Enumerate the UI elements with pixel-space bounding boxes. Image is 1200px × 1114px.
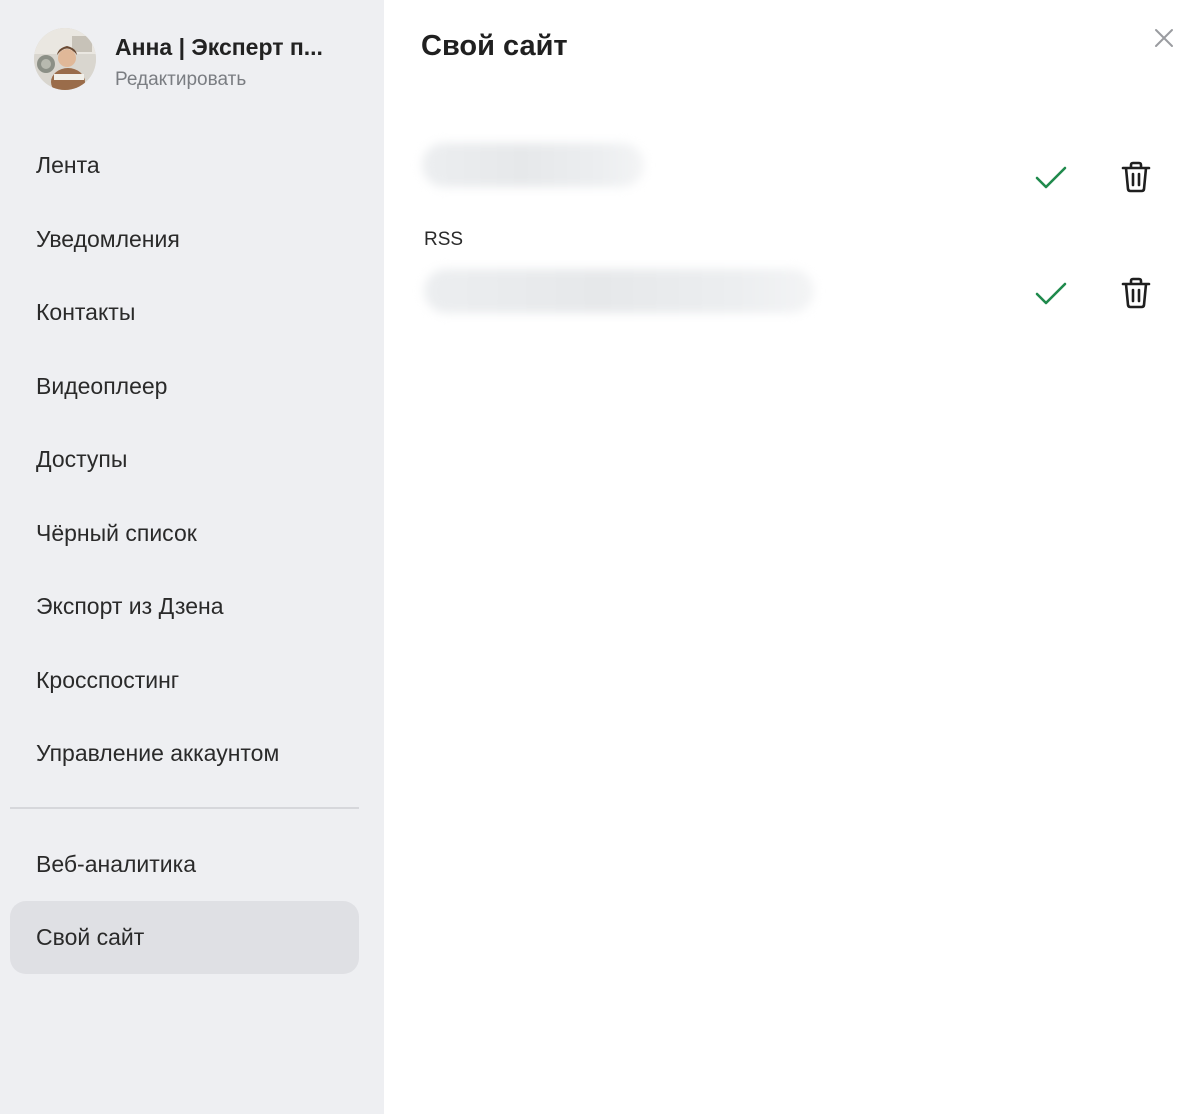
sidebar-item-video-player[interactable]: Видеоплеер xyxy=(10,350,359,423)
sidebar: Анна | Эксперт п... Редактировать Лента … xyxy=(0,0,384,1114)
check-icon[interactable] xyxy=(1033,276,1069,312)
close-icon[interactable] xyxy=(1150,24,1178,52)
edit-profile-link[interactable]: Редактировать xyxy=(115,67,246,93)
sidebar-item-notifications[interactable]: Уведомления xyxy=(10,203,359,276)
profile-header[interactable]: Анна | Эксперт п... Редактировать xyxy=(34,28,374,94)
rss-label: RSS xyxy=(424,229,464,250)
sidebar-item-contacts[interactable]: Контакты xyxy=(10,276,359,349)
rss-url-field[interactable] xyxy=(424,269,814,313)
trash-icon[interactable] xyxy=(1118,159,1154,195)
sidebar-item-blacklist[interactable]: Чёрный список xyxy=(10,497,359,570)
check-icon[interactable] xyxy=(1033,160,1069,196)
sidebar-item-access[interactable]: Доступы xyxy=(10,423,359,496)
site-url-field[interactable] xyxy=(422,143,644,187)
sidebar-item-web-analytics[interactable]: Веб-аналитика xyxy=(10,828,359,901)
trash-icon[interactable] xyxy=(1118,275,1154,311)
avatar[interactable] xyxy=(34,28,96,90)
sidebar-item-crossposting[interactable]: Кросспостинг xyxy=(10,644,359,717)
sidebar-item-own-site[interactable]: Свой сайт xyxy=(10,901,359,974)
sidebar-divider xyxy=(10,807,359,809)
profile-name: Анна | Эксперт п... xyxy=(115,34,323,60)
main-panel: Свой сайт RSS xyxy=(384,0,1200,1114)
sidebar-item-export[interactable]: Экспорт из Дзена xyxy=(10,570,359,643)
sidebar-item-feed[interactable]: Лента xyxy=(10,129,359,202)
sidebar-item-account-management[interactable]: Управление аккаунтом xyxy=(10,717,359,790)
page-title: Свой сайт xyxy=(421,30,568,62)
